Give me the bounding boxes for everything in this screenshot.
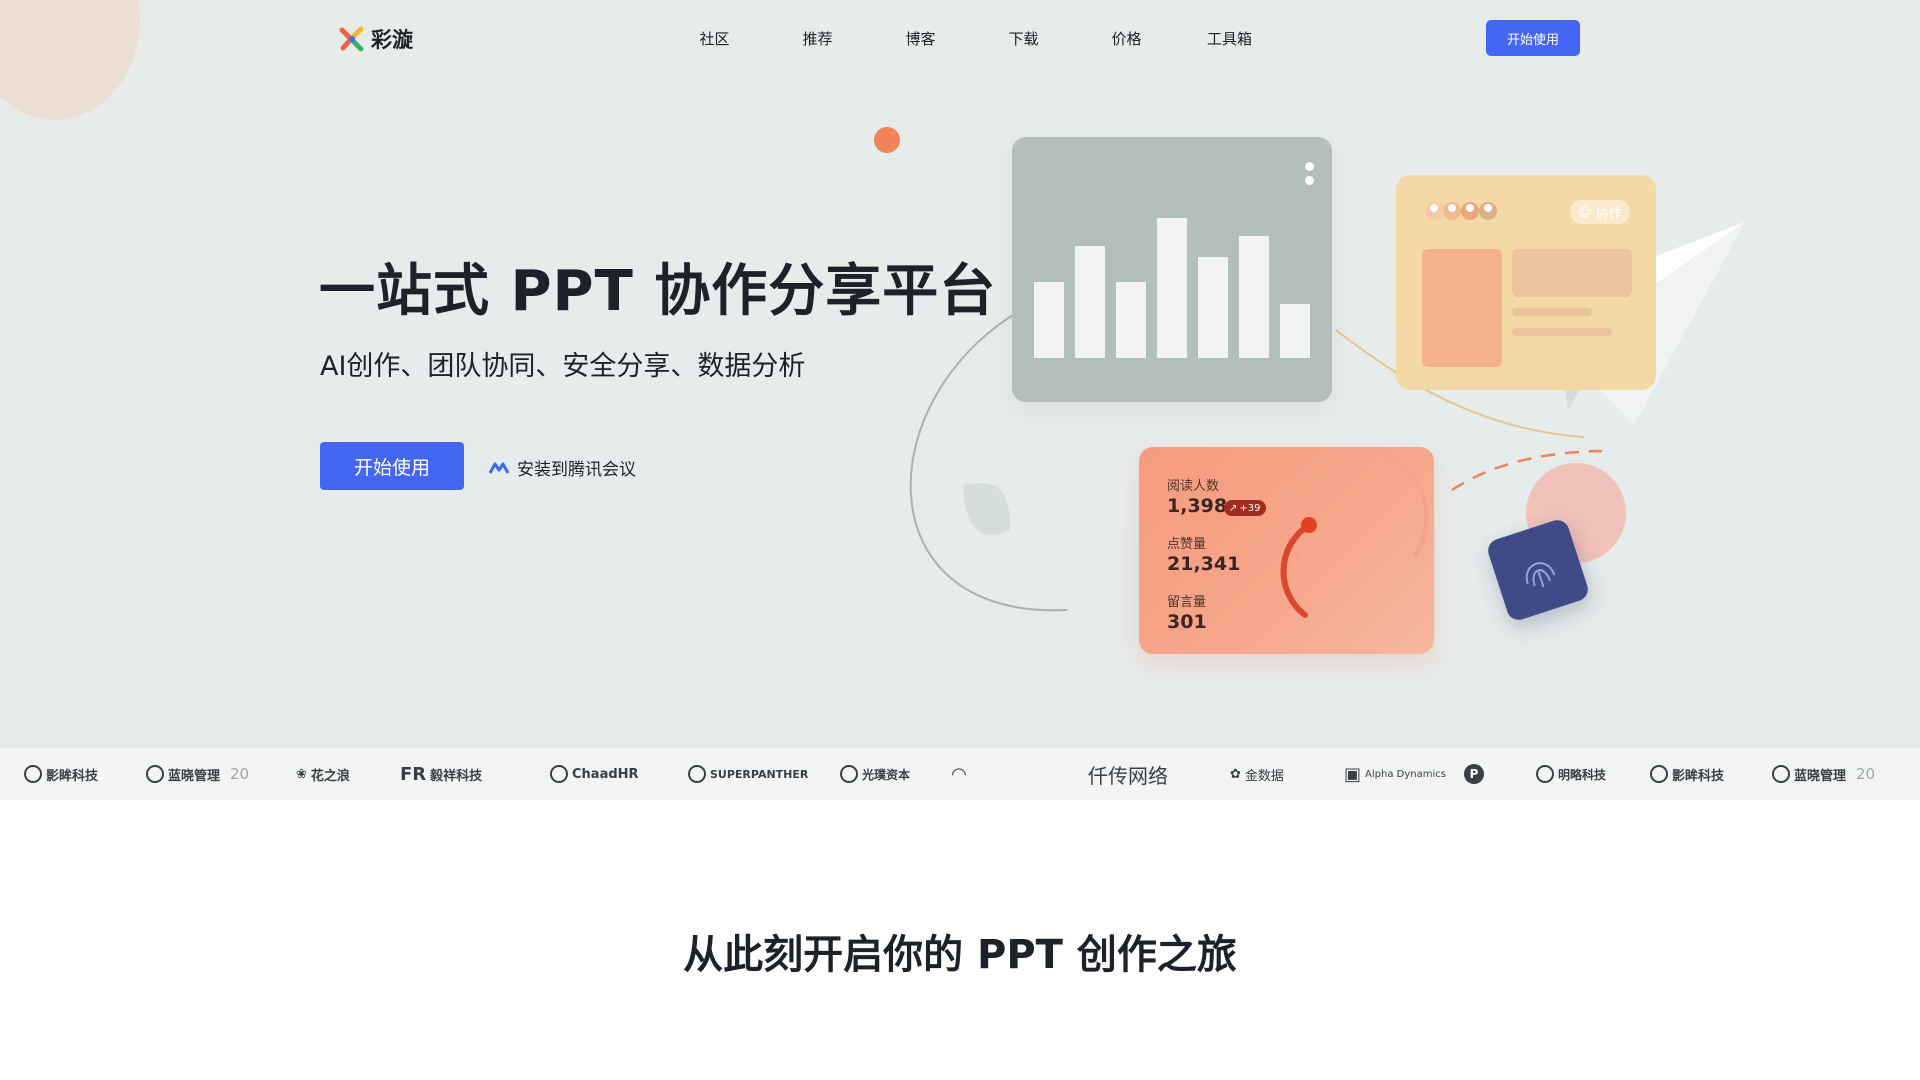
partner-logo: ❀ 花之浪: [296, 762, 350, 786]
collab-chip: ☺ 协作: [1570, 200, 1630, 224]
arrow-up-icon: ↗: [1229, 502, 1238, 514]
install-tencent-meeting-link[interactable]: 安装到腾讯会议: [489, 455, 636, 480]
more-dot-icon: [1305, 176, 1314, 185]
partner-name: 蓝晓管理: [1794, 768, 1847, 784]
partner-name: 影眸科技: [1672, 768, 1725, 784]
partner-name: 仟传网络: [1088, 763, 1168, 788]
reads-badge: ↗ +39: [1224, 500, 1266, 516]
c-icon: [550, 765, 568, 783]
partner-logo: P: [1464, 762, 1488, 786]
chart-bar: [1239, 236, 1269, 358]
partner-name: 毅祥科技: [430, 768, 483, 784]
partner-logo: ✿ 金数据: [1230, 762, 1284, 786]
partner-logo: FR 毅祥科技: [400, 762, 482, 786]
logo-text: 彩漩: [371, 28, 413, 52]
ball-icon: [1536, 765, 1554, 783]
partner-name: 明略科技: [1558, 767, 1607, 782]
chart-bar: [1280, 304, 1310, 358]
partner-logo: 光璞资本: [840, 762, 910, 786]
hero-start-button[interactable]: 开始使用: [320, 442, 464, 490]
partner-name: 光璞资本: [862, 767, 911, 782]
nav-start-button[interactable]: 开始使用: [1486, 20, 1580, 56]
chart-bar: [1116, 282, 1146, 358]
reads-value: 1,398: [1167, 495, 1228, 517]
nav-link-blog[interactable]: 博客: [869, 28, 972, 49]
chart-bar: [1157, 218, 1187, 358]
partner-logo: 蓝晓管理 20: [146, 762, 249, 786]
chart-bar: [1075, 246, 1105, 358]
partner-logo: 蓝晓管理 20: [1772, 762, 1875, 786]
bar-chart-card: [1012, 137, 1332, 402]
ring-icon: [24, 765, 42, 783]
partner-logo: 影眸科技: [24, 762, 98, 786]
seal-icon: [1772, 765, 1790, 783]
partner-name: Alpha Dynamics: [1365, 768, 1446, 780]
reads-badge-value: +39: [1239, 502, 1261, 514]
fr-icon: FR: [400, 763, 427, 785]
hero-section: 彩漩 社区 推荐 博客 下载 价格 工具箱 开始使用 一站式 PPT 协作分享平…: [0, 0, 1920, 748]
comments-value: 301: [1167, 611, 1207, 633]
partner-suffix: 20: [1856, 765, 1876, 783]
partner-suffix: 20: [230, 765, 250, 783]
partner-logo: ◠: [952, 762, 970, 786]
decorative-dot: [874, 127, 900, 153]
partner-logo-strip: 影眸科技 蓝晓管理 20 ❀ 花之浪 FR 毅祥科技 ChaadHR SUPER…: [0, 748, 1920, 800]
partner-logo: 明略科技: [1536, 762, 1606, 786]
logo-icon: [339, 26, 364, 52]
collab-chip-label: 协作: [1595, 206, 1622, 222]
partner-name: 花之浪: [310, 768, 350, 784]
partner-name: 蓝晓管理: [168, 768, 221, 784]
likes-label: 点赞量: [1167, 537, 1207, 552]
partner-logo: SUPERPANTHER: [688, 762, 808, 786]
ring-icon: [1650, 765, 1668, 783]
partner-logo: 仟传网络: [1088, 762, 1168, 788]
section-title: 从此刻开启你的 PPT 创作之旅: [683, 932, 1237, 978]
nav-links: 社区 推荐 博客 下载 价格 工具箱: [663, 28, 1281, 49]
g-icon: [840, 765, 858, 783]
seal-icon: [146, 765, 164, 783]
top-nav: 彩漩 社区 推荐 博客 下载 价格 工具箱 开始使用: [0, 0, 1920, 76]
flame-icon: ❀: [296, 766, 307, 782]
partner-name: SUPERPANTHER: [710, 767, 809, 781]
cube-icon: ▣: [1344, 763, 1362, 785]
chart-bar: [1198, 257, 1228, 358]
nav-link-pricing[interactable]: 价格: [1075, 28, 1178, 49]
tencent-meeting-icon: [489, 462, 509, 474]
brand-logo[interactable]: 彩漩: [339, 24, 413, 54]
arc-icon: ◠: [952, 763, 966, 785]
install-label: 安装到腾讯会议: [517, 460, 636, 480]
hero-subtitle: AI创作、团队协同、安全分享、数据分析: [320, 351, 806, 382]
bar-chart-bars: [1034, 218, 1310, 358]
hero-title: 一站式 PPT 协作分享平台: [319, 259, 997, 324]
partner-name: 影眸科技: [46, 768, 99, 784]
partner-logo: ▣ Alpha Dynamics: [1344, 762, 1446, 786]
panther-icon: [688, 765, 706, 783]
likes-value: 21,341: [1167, 553, 1241, 575]
nav-link-recommend[interactable]: 推荐: [766, 28, 869, 49]
nav-link-download[interactable]: 下载: [972, 28, 1075, 49]
comments-label: 留言量: [1167, 595, 1207, 610]
nav-link-toolbox[interactable]: 工具箱: [1178, 28, 1281, 49]
partner-logo: 影眸科技: [1650, 762, 1724, 786]
chart-bar: [1034, 282, 1064, 358]
p-icon: P: [1464, 764, 1484, 784]
nav-link-community[interactable]: 社区: [663, 28, 766, 49]
partner-name: ChaadHR: [572, 766, 639, 782]
user-icon: ☺: [1578, 204, 1592, 220]
reads-label: 阅读人数: [1167, 479, 1220, 494]
partner-name: 金数据: [1244, 768, 1284, 784]
more-dot-icon: [1305, 162, 1314, 171]
partner-logo: ChaadHR: [550, 762, 639, 786]
sprout-icon: ✿: [1230, 766, 1241, 782]
